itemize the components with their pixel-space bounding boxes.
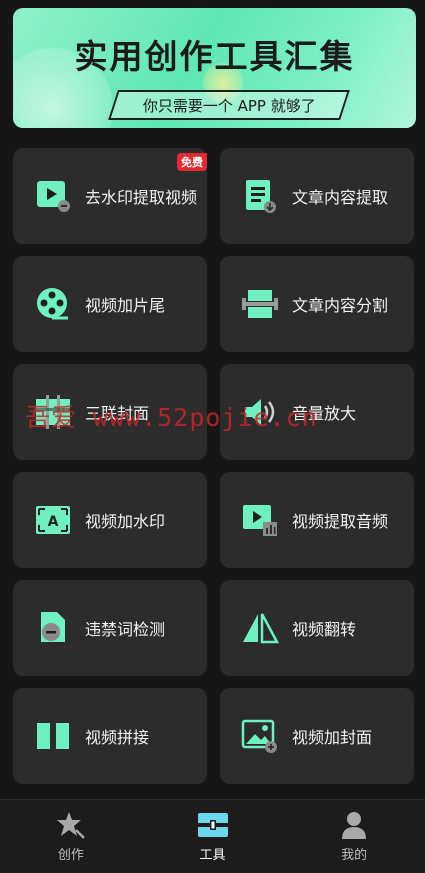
banner-title: 实用创作工具汇集 (74, 37, 355, 76)
tool-card-video-flip[interactable]: 视频翻转 (220, 580, 414, 676)
document-check-icon (33, 608, 73, 648)
tool-card-article-extract[interactable]: 文章内容提取 (220, 148, 414, 244)
join-panels-icon (33, 716, 73, 756)
tool-label: 违禁词检测 (85, 620, 166, 639)
tool-label: 视频拼接 (85, 728, 150, 747)
split-icon (240, 284, 280, 324)
flip-icon (240, 608, 280, 648)
tool-card-add-watermark[interactable]: A 视频加水印 (13, 472, 207, 568)
tool-card-video-join[interactable]: 视频拼接 (13, 688, 207, 784)
svg-text:A: A (48, 514, 59, 530)
toolbox-icon (197, 813, 228, 837)
triple-panel-icon (33, 392, 73, 432)
tool-card-remove-watermark[interactable]: 去水印提取视频 免费 (13, 148, 207, 244)
speaker-icon (240, 392, 280, 432)
tool-label: 三联封面 (85, 404, 150, 423)
text-frame-icon: A (33, 500, 73, 540)
banner-subtitle-box: 你只需要一个 APP 就够了 (108, 90, 350, 120)
tab-label: 我的 (341, 848, 368, 863)
bottom-tab-bar: 创作 工具 我的 (0, 799, 425, 873)
tool-card-video-outro[interactable]: 视频加片尾 (13, 256, 207, 352)
tool-label: 文章内容提取 (292, 188, 389, 207)
document-extract-icon (240, 176, 280, 216)
tool-card-triple-cover[interactable]: 三联封面 (13, 364, 207, 460)
tool-label: 去水印提取视频 (85, 188, 198, 207)
star-icon (56, 812, 85, 839)
tab-label: 创作 (57, 848, 84, 863)
tool-card-volume-boost[interactable]: 音量放大 (220, 364, 414, 460)
tool-card-article-split[interactable]: 文章内容分割 (220, 256, 414, 352)
image-add-icon (240, 716, 280, 756)
tool-label: 视频提取音频 (292, 512, 389, 531)
tool-label: 文章内容分割 (292, 296, 389, 315)
tab-mine[interactable]: 我的 (283, 800, 425, 873)
tool-card-extract-audio[interactable]: 视频提取音频 (220, 472, 414, 568)
tab-create[interactable]: 创作 (0, 800, 142, 873)
video-play-icon (33, 176, 73, 216)
user-icon (342, 812, 367, 839)
tool-card-video-cover[interactable]: 视频加封面 (220, 688, 414, 784)
tool-label: 视频加水印 (85, 512, 166, 531)
tab-label: 工具 (199, 848, 226, 863)
promo-banner[interactable]: 实用创作工具汇集 你只需要一个 APP 就够了 (13, 8, 416, 128)
tool-label: 视频加封面 (292, 728, 373, 747)
tool-label: 视频加片尾 (85, 296, 166, 315)
free-badge: 免费 (177, 153, 207, 171)
film-reel-icon (33, 284, 73, 324)
tool-card-banned-words[interactable]: 违禁词检测 (13, 580, 207, 676)
tab-tools[interactable]: 工具 (142, 800, 284, 873)
video-audio-icon (240, 500, 280, 540)
banner-subtitle: 你只需要一个 APP 就够了 (142, 96, 316, 115)
tool-label: 音量放大 (292, 404, 357, 423)
tool-label: 视频翻转 (292, 620, 357, 639)
